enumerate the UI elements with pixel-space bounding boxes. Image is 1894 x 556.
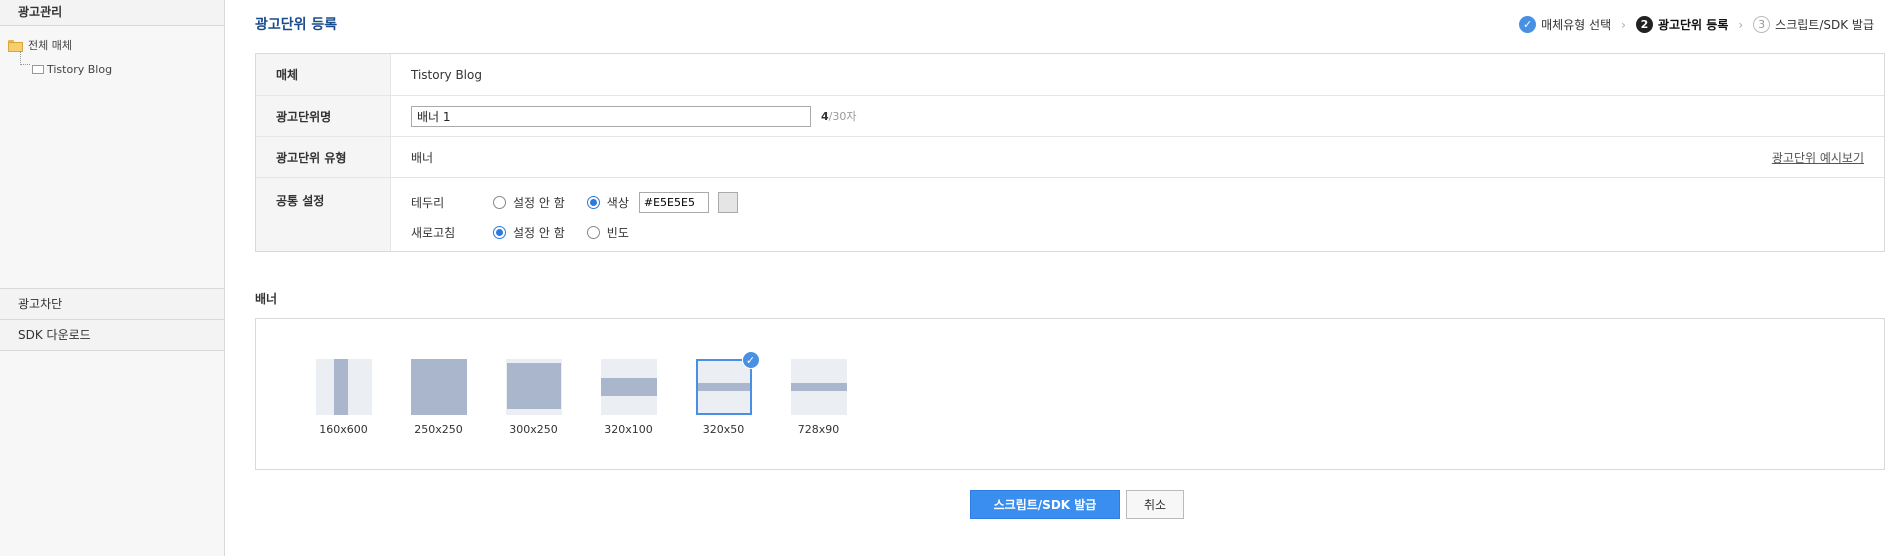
banner-option-300x250[interactable]: 300x250 xyxy=(486,359,581,436)
banner-option-320x50[interactable]: ✓ 320x50 xyxy=(676,351,771,436)
sidebar-item-sdk-download[interactable]: SDK 다운로드 xyxy=(0,320,224,351)
border-setting: 테두리 설정 안 함 색상 xyxy=(411,191,738,213)
sidebar-item-ad-block[interactable]: 광고차단 xyxy=(0,289,224,320)
sidebar-menu: 광고차단 SDK 다운로드 xyxy=(0,288,224,351)
border-color-label: 색상 xyxy=(606,195,629,210)
step-3-label: 스크립트/SDK 발급 xyxy=(1775,18,1874,32)
common-settings: 테두리 설정 안 함 색상 새로고침 xyxy=(411,178,738,242)
border-color-radio[interactable]: 색상 xyxy=(586,194,629,211)
banner-thumb-icon xyxy=(315,359,372,415)
refresh-none-label: 설정 안 함 xyxy=(513,225,565,240)
issue-script-button[interactable]: 스크립트/SDK 발급 xyxy=(970,490,1120,519)
cancel-button[interactable]: 취소 xyxy=(1126,490,1184,519)
ad-unit-preview-link[interactable]: 광고단위 예시보기 xyxy=(1772,149,1864,166)
border-none-radio[interactable]: 설정 안 함 xyxy=(493,194,565,211)
banner-thumb-icon xyxy=(790,359,847,415)
border-none-label: 설정 안 함 xyxy=(513,195,565,210)
step-1-label: 매체유형 선택 xyxy=(1541,18,1612,32)
radio-selected-icon xyxy=(586,195,600,209)
checkmark-icon: ✓ xyxy=(741,351,760,369)
tree-connector xyxy=(20,51,30,65)
refresh-setting: 새로고침 설정 안 함 빈도 xyxy=(411,222,738,242)
media-label: 매체 xyxy=(256,54,391,95)
folder-open-icon xyxy=(8,39,23,52)
char-limit: /30자 xyxy=(828,110,857,123)
tree-root-label: 전체 매체 xyxy=(28,38,72,52)
tree-child-label: Tistory Blog xyxy=(47,63,113,76)
border-label: 테두리 xyxy=(411,195,445,210)
folder-icon xyxy=(32,65,44,74)
ad-unit-form: 매체 Tistory Blog 광고단위명 4/30자 광고단위 유형 배너 광… xyxy=(255,53,1885,252)
media-value: Tistory Blog xyxy=(411,67,482,82)
step-3: 3 스크립트/SDK 발급 xyxy=(1753,16,1874,33)
radio-icon xyxy=(586,225,600,239)
form-row-common: 공통 설정 테두리 설정 안 함 색상 #E5E5E5 새로고침 설정 안 함 … xyxy=(256,178,1884,251)
refresh-none-radio[interactable]: 설정 안 함 xyxy=(493,224,565,241)
tree-child[interactable]: Tistory Blog xyxy=(8,51,224,82)
ad-unit-type-value: 배너 xyxy=(411,150,434,165)
banner-size-label: 728x90 xyxy=(797,423,840,436)
banner-size-list: 160x600 250x250 300x250 320x100 ✓ 320x50 xyxy=(296,351,866,436)
banner-thumb-icon: ✓ xyxy=(695,351,760,415)
sidebar-header[interactable]: 광고관리 xyxy=(0,0,224,26)
page-title: 광고단위 등록 xyxy=(255,17,338,33)
step-3-number: 3 xyxy=(1753,16,1771,33)
banner-option-320x100[interactable]: 320x100 xyxy=(581,359,676,436)
main-content: 광고단위 등록 ✓ 매체유형 선택 › 2 광고단위 등록 › 3 스크립트/S… xyxy=(225,0,1894,556)
ad-unit-name-label: 광고단위명 xyxy=(256,96,391,136)
banner-option-728x90[interactable]: 728x90 xyxy=(771,359,866,436)
ad-unit-name-input[interactable] xyxy=(411,105,811,127)
refresh-freq-radio[interactable]: 빈도 xyxy=(586,224,629,241)
banner-thumb-icon xyxy=(410,359,467,415)
step-1: ✓ 매체유형 선택 xyxy=(1519,16,1611,33)
border-color-input[interactable] xyxy=(638,191,709,213)
banner-size-label: 300x250 xyxy=(509,423,558,436)
banner-option-160x600[interactable]: 160x600 xyxy=(296,359,391,436)
step-2: 2 광고단위 등록 xyxy=(1635,16,1729,33)
banner-section-title: 배너 xyxy=(255,292,278,306)
chevron-right-icon: › xyxy=(1738,17,1744,32)
chevron-right-icon: › xyxy=(1621,17,1626,32)
step-2-number: 2 xyxy=(1635,16,1653,33)
char-counter: 4/30자 xyxy=(821,108,856,124)
banner-option-250x250[interactable]: 250x250 xyxy=(391,359,486,436)
banner-size-picker: 160x600 250x250 300x250 320x100 ✓ 320x50 xyxy=(255,318,1885,470)
sidebar: 광고관리 전체 매체 Tistory Blog 광고차단 SDK 다운로드 xyxy=(0,0,225,556)
common-settings-label: 공통 설정 xyxy=(256,178,391,251)
form-row-type: 광고단위 유형 배너 광고단위 예시보기 xyxy=(256,137,1884,178)
media-tree: 전체 매체 Tistory Blog xyxy=(0,26,224,288)
check-icon: ✓ xyxy=(1519,16,1537,33)
banner-size-label: 250x250 xyxy=(414,423,463,436)
form-row-name: 광고단위명 4/30자 xyxy=(256,96,1884,137)
banner-size-label: 160x600 xyxy=(319,423,368,436)
refresh-freq-label: 빈도 xyxy=(606,225,629,240)
refresh-label: 새로고침 xyxy=(411,225,456,240)
char-count: 4 xyxy=(821,110,829,123)
banner-size-label: 320x50 xyxy=(702,423,745,436)
banner-thumb-icon xyxy=(505,359,562,415)
step-2-label: 광고단위 등록 xyxy=(1657,18,1729,32)
step-indicator: ✓ 매체유형 선택 › 2 광고단위 등록 › 3 스크립트/SDK 발급 xyxy=(1519,16,1874,33)
ad-unit-type-label: 광고단위 유형 xyxy=(256,137,391,177)
radio-selected-icon xyxy=(493,225,506,239)
tree-root[interactable]: 전체 매체 xyxy=(8,32,224,57)
form-row-media: 매체 Tistory Blog xyxy=(256,54,1884,96)
form-actions: 스크립트/SDK 발급 취소 xyxy=(970,490,1184,519)
banner-thumb-icon xyxy=(600,359,657,415)
banner-size-label: 320x100 xyxy=(604,423,653,436)
radio-icon xyxy=(493,195,506,209)
color-swatch[interactable] xyxy=(717,191,738,213)
